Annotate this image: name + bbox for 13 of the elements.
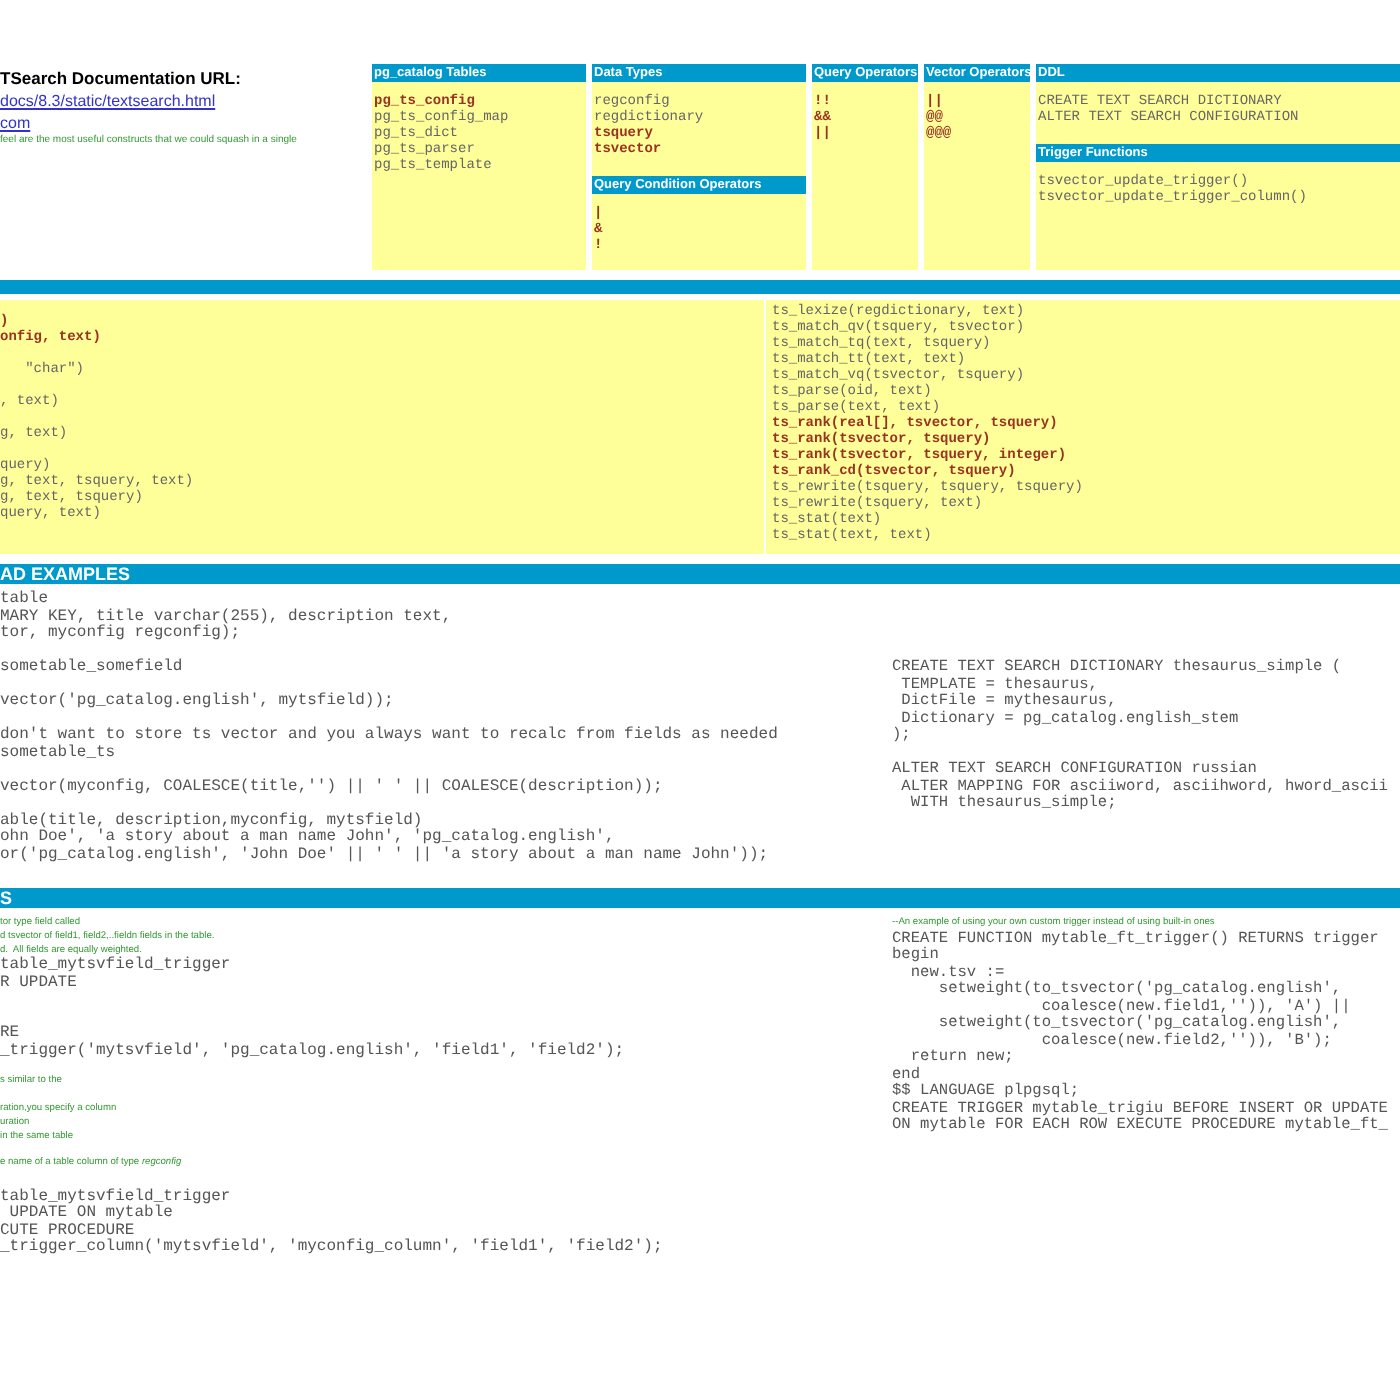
- section-header: AD EXAMPLES: [0, 564, 1400, 584]
- doc-link[interactable]: com: [0, 114, 31, 132]
- code-snippet: don't want to store ts vector and you always want to recalc from fields as needed sometable_ts: [0, 728, 780, 762]
- code-snippet: able(title, description,myconfig, mytsfield) ohn Doe', 'a story about a man name John', 'pg_catalog.english', or('pg_catalog.english', 'John Doe' || ' ' || 'a story about a man name John'));: [0, 813, 771, 864]
- code-snippet: table MARY KEY, title varchar(255), description text, tor, myconfig regconfig);: [0, 592, 454, 643]
- section-header: S: [0, 888, 1400, 908]
- code-snippet: vector('pg_catalog.english', mytsfield));: [0, 694, 396, 711]
- doc-title: TSearch Documentation URL:: [0, 68, 243, 88]
- code-snippet: sometable_somefield: [0, 660, 185, 677]
- code-snippet: table_mytsvfield_trigger UPDATE ON mytable CUTE PROCEDURE _trigger_column('mytsvfield', 'myconfig_column', 'field1', 'field2');: [0, 1189, 665, 1258]
- code-snippet: table_mytsvfield_trigger R UPDATE RE _trigger('mytsvfield', 'pg_catalog.english', 'field1', 'field2');: [0, 958, 627, 1061]
- code-snippet: vector(myconfig, COALESCE(title,'') || ' ' || COALESCE(description));: [0, 779, 665, 796]
- doc-link[interactable]: docs/8.3/static/textsearch.html: [0, 92, 216, 110]
